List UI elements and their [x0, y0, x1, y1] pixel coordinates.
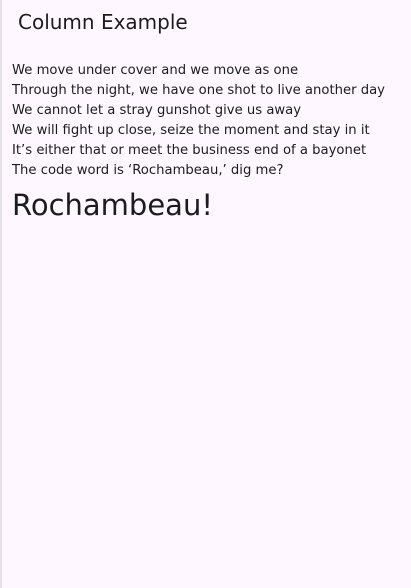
lyric-line: We cannot let a stray gunshot give us aw…: [12, 103, 302, 118]
app-bar: Column Example: [2, 0, 411, 44]
lyric-line: It’s either that or meet the business en…: [12, 143, 367, 158]
lyric-line: We move under cover and we move as one: [12, 63, 299, 78]
app-bar-title: Column Example: [18, 10, 188, 34]
lyric-line: The code word is ‘Rochambeau,’ dig me?: [12, 163, 284, 178]
rochambeau-heading: Rochambeau!: [12, 188, 213, 222]
lyric-line: We will fight up close, seize the moment…: [12, 123, 370, 138]
app-screen: Column Example We move under cover and w…: [0, 0, 411, 588]
lyric-line: Through the night, we have one shot to l…: [12, 83, 385, 98]
column-content: We move under cover and we move as one T…: [2, 44, 411, 225]
